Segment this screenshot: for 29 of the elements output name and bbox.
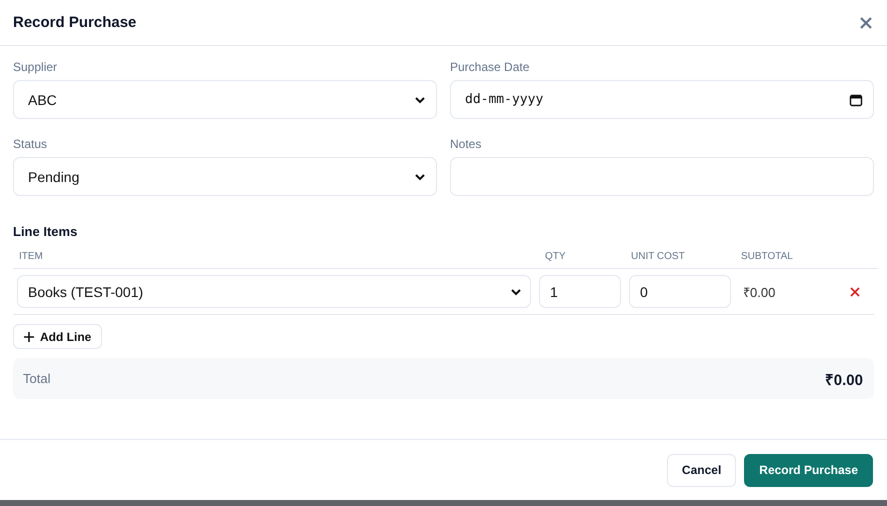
select-field[interactable]: ABC [13,80,437,119]
field-label: Notes [450,137,482,151]
number-field[interactable]: 1 [539,275,621,308]
total-label: Total [23,371,50,386]
dialog-title: Record Purchase [13,14,136,31]
column-header: SUBTOTAL [741,251,794,262]
field-label: Supplier [13,60,58,74]
section-title: Line Items [13,224,78,239]
select-field[interactable]: Pending [13,157,437,196]
cancel-button[interactable]: Cancel [666,454,736,486]
column-header: ITEM [19,251,44,262]
record-purchase-button[interactable]: Record Purchase [744,454,873,486]
add-line-button[interactable]: Add Line [13,324,102,349]
remove-button[interactable] [850,286,860,296]
column-header: QTY [545,251,567,262]
close-icon [860,16,872,28]
total-value: ₹0.00 [824,370,863,388]
subtotal-text: ₹0.00 [743,284,776,300]
close-icon [850,286,860,296]
close-button[interactable] [860,16,872,28]
text-field[interactable] [450,157,874,196]
column-header: UNIT COST [631,251,686,262]
field-label: Purchase Date [450,60,530,74]
number-field[interactable]: 0 [629,275,731,308]
calendar-icon [849,92,863,106]
date-field[interactable]: dd-mm-yyyy [450,80,874,119]
plus-icon [24,332,34,342]
field-label: Status [13,137,48,151]
select-field[interactable]: Books (TEST-001) [17,275,531,308]
